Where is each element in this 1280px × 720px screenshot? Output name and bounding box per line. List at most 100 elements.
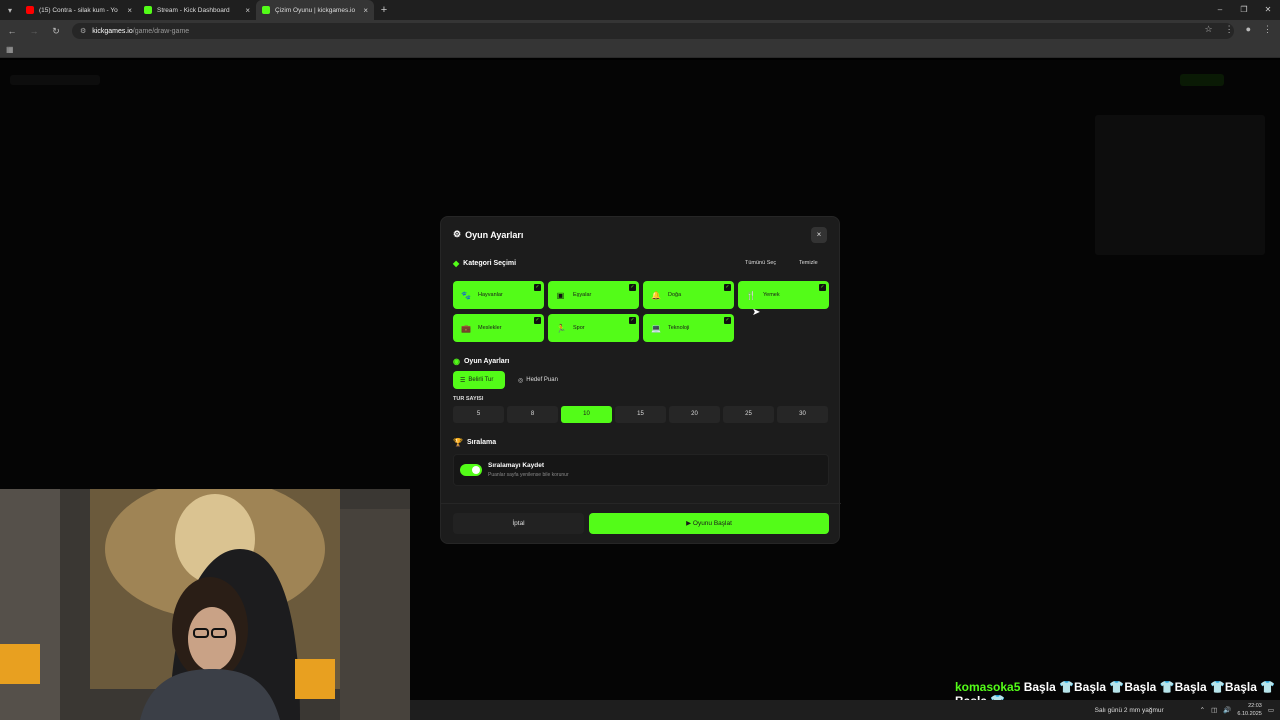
gear-icon: ⚙ bbox=[453, 229, 462, 239]
checkbox-checked-icon[interactable]: ✓ bbox=[629, 317, 636, 324]
checkbox-checked-icon[interactable]: ✓ bbox=[819, 284, 826, 291]
system-tray: Salı günü 2 mm yağmur ⌃ ◫ 🔊 22:03 6.10.2… bbox=[1095, 700, 1280, 720]
checkbox-checked-icon[interactable]: ✓ bbox=[534, 284, 541, 291]
url-field[interactable]: ⚙ kickgames.io/game/draw-game bbox=[72, 23, 1234, 39]
back-icon[interactable]: ← bbox=[6, 26, 18, 36]
checkbox-checked-icon[interactable]: ✓ bbox=[629, 284, 636, 291]
maximize-icon[interactable]: ❐ bbox=[1232, 0, 1256, 20]
toggle-knob bbox=[472, 466, 480, 474]
cancel-button[interactable]: İptal bbox=[453, 513, 584, 534]
close-tab-icon[interactable]: × bbox=[245, 6, 250, 15]
browser-tab-youtube[interactable]: (15) Contra - silak kum - Yo × bbox=[20, 0, 138, 20]
ranking-section-title: 🏆 Sıralama bbox=[453, 438, 496, 447]
close-tab-icon[interactable]: × bbox=[363, 6, 368, 15]
weather-text: Salı günü 2 mm yağmur bbox=[1094, 706, 1164, 714]
close-tab-icon[interactable]: × bbox=[127, 6, 132, 15]
round-option-20[interactable]: 20 bbox=[669, 406, 720, 423]
category-label: Meslekler bbox=[478, 325, 502, 331]
round-option-5[interactable]: 5 bbox=[453, 406, 504, 423]
box-icon: ▣ bbox=[556, 290, 565, 300]
modal-title: ⚙ Oyun Ayarları bbox=[453, 229, 523, 240]
tab-title: Stream - Kick Dashboard bbox=[157, 6, 230, 14]
category-teknoloji[interactable]: 💻 Teknoloji ✓ bbox=[643, 314, 734, 342]
volume-icon[interactable]: 🔊 bbox=[1223, 706, 1231, 714]
clock-time: 22:03 bbox=[1248, 703, 1262, 709]
tab-search-icon[interactable]: ▾ bbox=[0, 0, 20, 20]
tag-icon: ◆ bbox=[453, 259, 460, 268]
forward-icon[interactable]: → bbox=[28, 26, 40, 36]
section-label: Kategori Seçimi bbox=[463, 260, 517, 267]
round-option-8[interactable]: 8 bbox=[507, 406, 558, 423]
clear-button[interactable]: Temizle bbox=[799, 260, 818, 266]
mouse-cursor-icon: ➤ bbox=[752, 307, 761, 318]
mode-label: Belirli Tur bbox=[468, 377, 494, 383]
category-doga[interactable]: 🔔 Doğa ✓ bbox=[643, 281, 734, 309]
profile-avatar[interactable]: ● bbox=[1246, 24, 1251, 35]
bell-icon: 🔔 bbox=[651, 290, 661, 300]
category-section-title: ◆ Kategori Seçimi bbox=[453, 259, 516, 268]
close-window-icon[interactable]: ✕ bbox=[1256, 0, 1280, 20]
browser-tab-kickgames[interactable]: Çizim Oyunu | kickgames.io × bbox=[256, 0, 374, 20]
checkbox-checked-icon[interactable]: ✓ bbox=[724, 317, 731, 324]
target-icon: ◎ bbox=[518, 377, 524, 384]
checkbox-checked-icon[interactable]: ✓ bbox=[724, 284, 731, 291]
ranking-title: Sıralamayı Kaydet bbox=[488, 462, 545, 469]
start-game-button[interactable]: ▶ Oyunu Başlat bbox=[589, 513, 829, 534]
notifications-icon[interactable]: ▭ bbox=[1268, 706, 1274, 714]
section-label: Oyun Ayarları bbox=[463, 358, 510, 365]
mode-fixed-rounds-button[interactable]: ☰ Belirli Tur bbox=[453, 371, 505, 389]
play-icon: ▶ bbox=[686, 520, 693, 527]
utensils-icon: 🍴 bbox=[746, 290, 756, 300]
category-label: Spor bbox=[573, 325, 585, 331]
browser-tab-kick-dashboard[interactable]: Stream - Kick Dashboard × bbox=[138, 0, 256, 20]
bookmarks-bar: ▦ bbox=[0, 42, 1280, 58]
window-controls: – ❐ ✕ bbox=[1208, 0, 1280, 20]
category-esyalar[interactable]: ▣ Eşyalar ✓ bbox=[548, 281, 639, 309]
category-hayvanlar[interactable]: 🐾 Hayvanlar ✓ bbox=[453, 281, 544, 309]
round-option-30[interactable]: 30 bbox=[777, 406, 828, 423]
clock[interactable]: 22:03 6.10.2025 bbox=[1237, 702, 1261, 718]
taskbar: Salı günü 2 mm yağmur ⌃ ◫ 🔊 22:03 6.10.2… bbox=[410, 700, 1280, 720]
mode-target-score-button[interactable]: ◎ Hedef Puan bbox=[511, 371, 567, 389]
checkbox-checked-icon[interactable]: ✓ bbox=[534, 317, 541, 324]
extensions-icon[interactable]: ⋮ bbox=[1225, 24, 1234, 35]
clock-date: 6.10.2025 bbox=[1237, 711, 1262, 717]
close-button[interactable]: × bbox=[811, 227, 827, 243]
select-all-button[interactable]: Tümünü Seç bbox=[745, 260, 776, 266]
apps-grid-icon[interactable]: ▦ bbox=[6, 45, 14, 54]
webcam-overlay bbox=[0, 489, 410, 720]
category-label: Eşyalar bbox=[573, 292, 592, 298]
page-button-dimmed bbox=[1180, 74, 1224, 86]
site-info-icon[interactable]: ⚙ bbox=[80, 27, 86, 35]
network-icon[interactable]: ◫ bbox=[1211, 706, 1217, 714]
bookmark-star-icon[interactable]: ☆ bbox=[1204, 24, 1212, 35]
chat-username: komasoka5 bbox=[955, 680, 1021, 694]
round-option-15[interactable]: 15 bbox=[615, 406, 666, 423]
modal-title-text: Oyun Ayarları bbox=[465, 229, 524, 240]
youtube-icon bbox=[26, 6, 34, 14]
chevron-up-icon[interactable]: ⌃ bbox=[1200, 706, 1205, 714]
reload-icon[interactable]: ↻ bbox=[50, 26, 62, 37]
trophy-icon: 🏆 bbox=[453, 438, 463, 447]
category-label: Yemek bbox=[763, 292, 780, 298]
game-settings-modal: ⚙ Oyun Ayarları × ◆ Kategori Seçimi Tümü… bbox=[440, 216, 841, 544]
url-host: kickgames.io bbox=[92, 27, 133, 35]
new-tab-button[interactable]: + bbox=[374, 4, 394, 16]
mode-label: Hedef Puan bbox=[526, 377, 558, 383]
category-label: Hayvanlar bbox=[478, 292, 503, 298]
laptop-icon: 💻 bbox=[651, 323, 661, 333]
category-yemek[interactable]: 🍴 Yemek ✓ bbox=[738, 281, 829, 309]
category-meslekler[interactable]: 💼 Meslekler ✓ bbox=[453, 314, 544, 342]
round-option-25[interactable]: 25 bbox=[723, 406, 774, 423]
save-ranking-toggle[interactable] bbox=[460, 464, 482, 476]
round-option-10[interactable]: 10 bbox=[561, 406, 612, 423]
briefcase-icon: 💼 bbox=[461, 323, 471, 333]
category-spor[interactable]: 🏃 Spor ✓ bbox=[548, 314, 639, 342]
category-label: Doğa bbox=[668, 292, 682, 298]
address-bar-row: ← → ↻ ⚙ kickgames.io/game/draw-game ☆ ⋮ … bbox=[0, 20, 1280, 42]
minimize-icon[interactable]: – bbox=[1208, 0, 1232, 20]
menu-icon[interactable]: ⋮ bbox=[1263, 24, 1272, 35]
gamepad-icon: ◉ bbox=[453, 357, 460, 366]
tab-title: (15) Contra - silak kum - Yo bbox=[39, 6, 118, 14]
start-label: Oyunu Başlat bbox=[692, 520, 732, 527]
